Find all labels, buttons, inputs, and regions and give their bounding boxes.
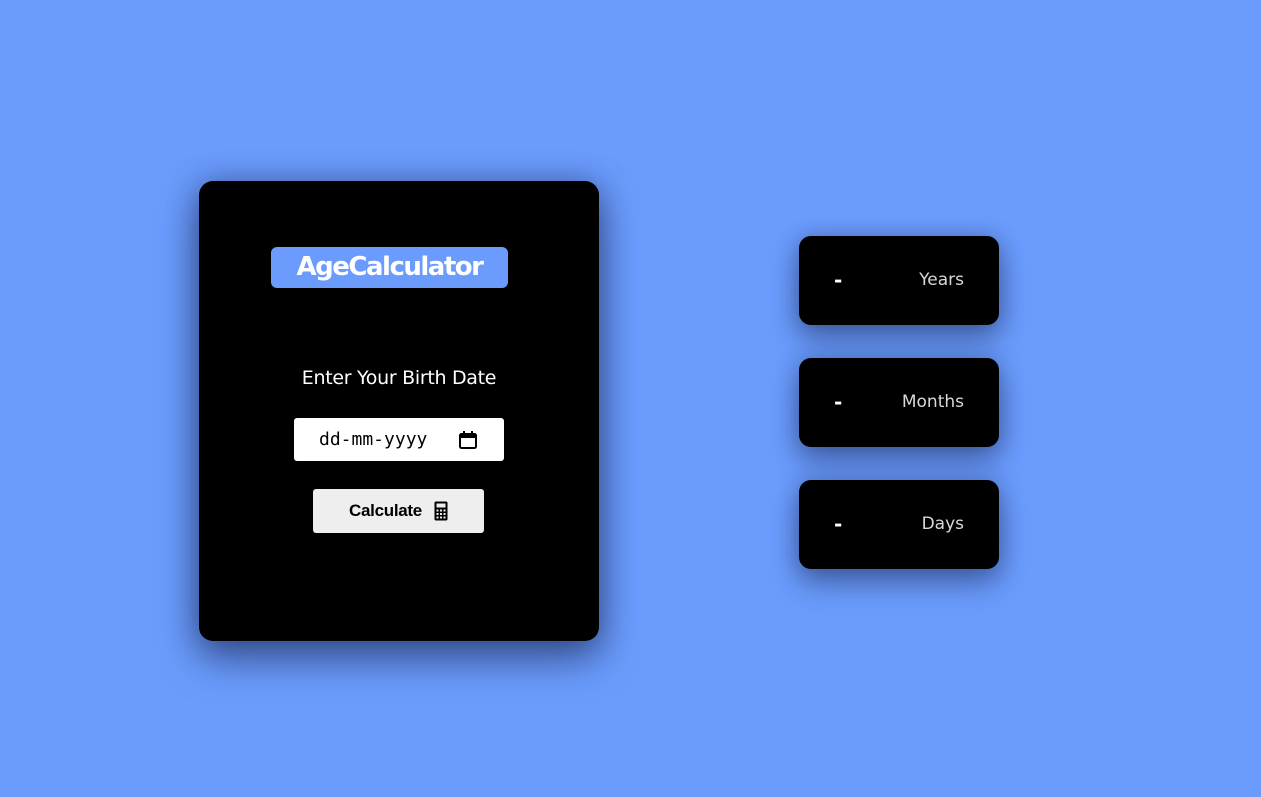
years-result-card: - Years (799, 236, 999, 325)
months-result-card: - Months (799, 358, 999, 447)
date-placeholder: dd-mm-yyyy (319, 429, 428, 450)
birth-date-input[interactable]: dd-mm-yyyy (294, 418, 504, 461)
months-label: Months (901, 392, 964, 412)
years-label: Years (919, 270, 964, 290)
calculate-button-label: Calculate (349, 501, 422, 520)
months-value: - (834, 390, 843, 414)
calculator-icon (434, 501, 448, 521)
app-logo: AgeCalculator (271, 247, 508, 288)
birth-date-prompt: Enter Your Birth Date (301, 367, 497, 389)
calendar-icon[interactable] (458, 430, 478, 450)
calculator-card: AgeCalculator Enter Your Birth Date dd-m… (199, 181, 599, 641)
days-value: - (834, 512, 843, 536)
years-value: - (834, 268, 843, 292)
calculate-button[interactable]: Calculate (313, 489, 484, 533)
days-result-card: - Days (799, 480, 999, 569)
page: AgeCalculator Enter Your Birth Date dd-m… (0, 0, 1261, 797)
days-label: Days (921, 514, 964, 534)
